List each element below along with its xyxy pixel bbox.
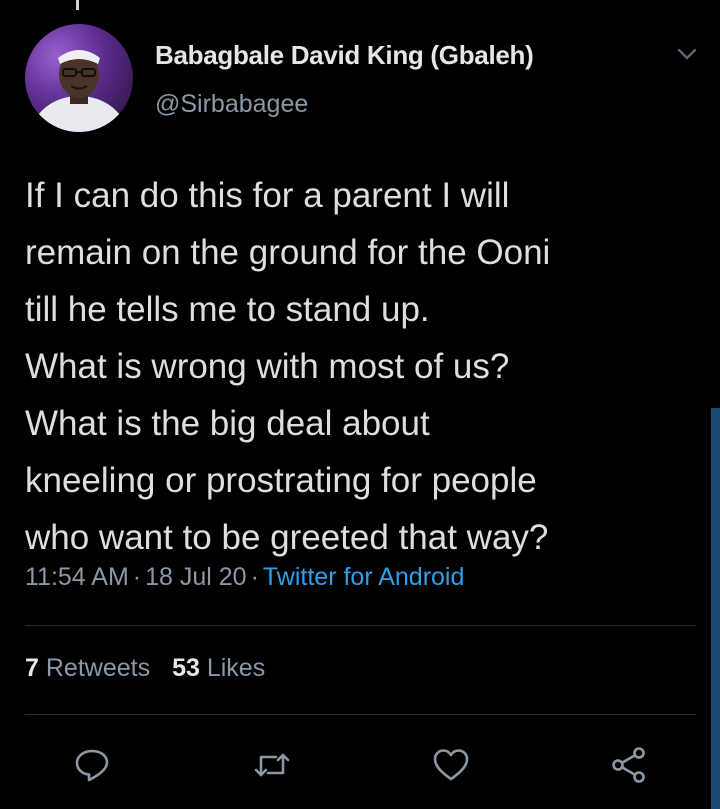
tweet-metadata: 11:54 AM · 18 Jul 20 · Twitter for Android (25, 563, 464, 592)
reply-button[interactable] (72, 745, 112, 785)
tweet-text-line: who want to be greeted that way? (25, 518, 549, 557)
retweets-count: 7 (25, 654, 39, 682)
heart-icon (433, 749, 469, 781)
likes-label: Likes (206, 654, 266, 682)
meta-separator: · (132, 563, 142, 591)
reply-icon (75, 749, 109, 782)
divider (25, 625, 696, 626)
engagement-stats: 7 Retweets 53 Likes (25, 654, 287, 683)
author-handle[interactable]: @Sirbabagee (155, 90, 308, 119)
share-icon (612, 747, 645, 783)
divider (25, 714, 696, 715)
author-display-name[interactable]: Babagbale David King (Gbaleh) (155, 40, 534, 71)
meta-separator: · (250, 563, 259, 591)
scrollbar[interactable] (711, 408, 720, 809)
chevron-down-icon[interactable] (676, 46, 698, 62)
tweet-text-line: What is the big deal about (25, 404, 430, 443)
retweet-button[interactable] (252, 745, 292, 785)
tweet-text-line: What is wrong with most of us? (25, 347, 510, 386)
like-button[interactable] (431, 745, 471, 785)
retweets-stat[interactable]: 7 Retweets (25, 654, 150, 682)
tweet-text-line: If I can do this for a parent I will (25, 176, 510, 215)
retweet-icon (254, 753, 290, 777)
top-edge-tick (76, 0, 79, 10)
tweet-text-line: kneeling or prostrating for people (25, 461, 537, 500)
tweet-time: 11:54 AM (25, 563, 129, 591)
tweet-text: If I can do this for a parent I will rem… (25, 167, 705, 566)
retweets-label: Retweets (45, 654, 151, 682)
tweet-text-line: remain on the ground for the Ooni (25, 233, 551, 272)
tweet-detail-screen: Babagbale David King (Gbaleh) @Sirbabage… (0, 0, 720, 809)
likes-stat[interactable]: 53 Likes (172, 654, 265, 682)
avatar[interactable] (25, 24, 133, 132)
avatar-image (31, 50, 127, 132)
share-button[interactable] (609, 745, 649, 785)
tweet-text-line: till he tells me to stand up. (25, 290, 430, 329)
tweet-date: 18 Jul 20 (145, 563, 247, 591)
likes-count: 53 (172, 654, 200, 682)
tweet-source-link[interactable]: Twitter for Android (263, 563, 464, 591)
